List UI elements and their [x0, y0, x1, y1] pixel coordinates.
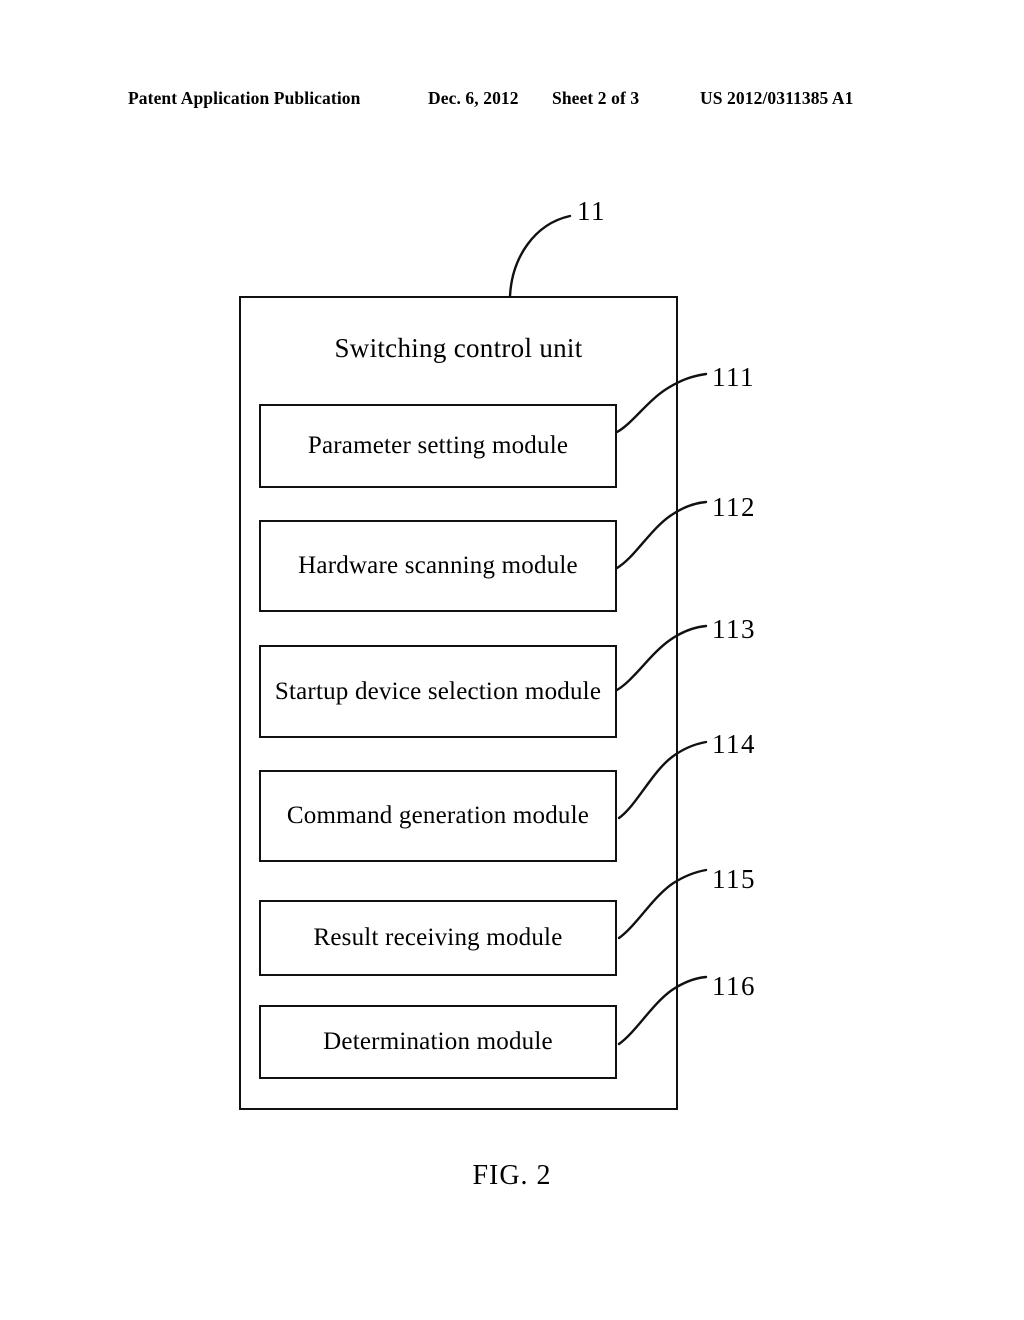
module-box-startup-device-selection: Startup device selection module [259, 645, 617, 738]
figure-caption: FIG. 2 [472, 1160, 552, 1191]
module-label: Startup device selection module [274, 677, 602, 705]
patent-figure: Switching control unit Parameter setting… [0, 0, 1024, 1320]
reference-numeral-115: 115 [712, 864, 756, 894]
leader-line-11 [508, 214, 572, 298]
module-box-parameter-setting: Parameter setting module [259, 404, 617, 488]
module-box-determination: Determination module [259, 1005, 617, 1079]
switching-control-unit-title: Switching control unit [334, 333, 583, 363]
reference-numeral-116: 116 [712, 971, 756, 1001]
module-box-command-generation: Command generation module [259, 770, 617, 862]
reference-numeral-112: 112 [712, 492, 756, 522]
module-label: Hardware scanning module [298, 552, 578, 580]
module-label: Command generation module [286, 802, 590, 830]
module-box-result-receiving: Result receiving module [259, 900, 617, 976]
module-label: Parameter setting module [307, 432, 569, 460]
reference-numeral-113: 113 [712, 614, 756, 644]
module-label: Result receiving module [313, 924, 563, 952]
reference-numeral-114: 114 [712, 729, 756, 759]
module-box-hardware-scanning: Hardware scanning module [259, 520, 617, 612]
module-label: Determination module [323, 1028, 553, 1056]
reference-numeral-11: 11 [577, 196, 606, 226]
reference-numeral-111: 111 [712, 362, 755, 392]
